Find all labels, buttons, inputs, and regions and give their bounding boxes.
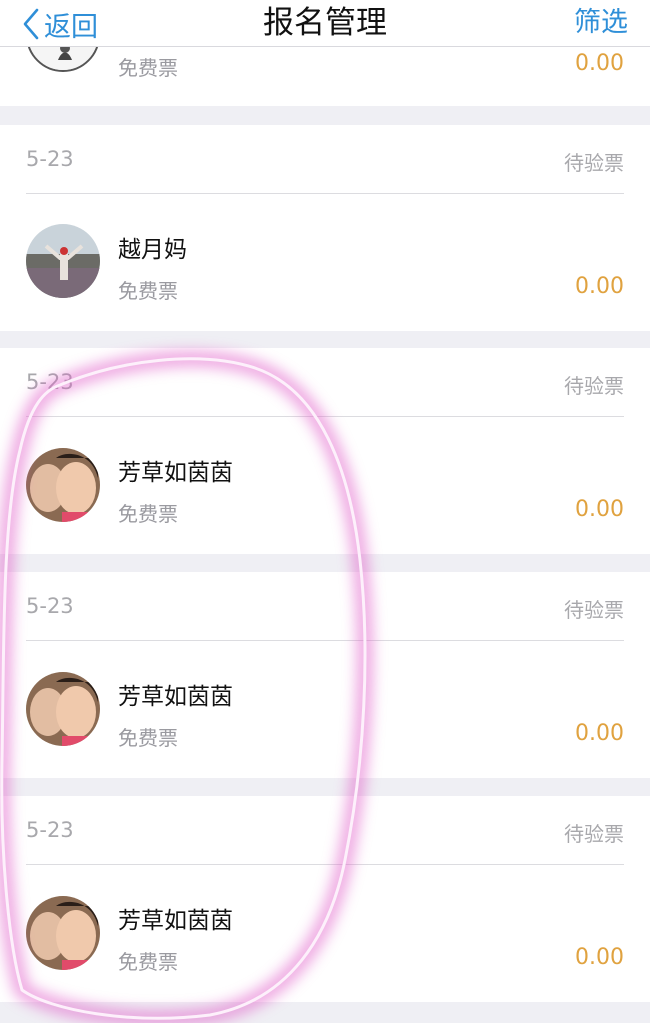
avatar bbox=[26, 448, 100, 522]
card-header: 5-23 待验票 bbox=[26, 125, 624, 194]
ticket-type: 免费票 bbox=[118, 56, 178, 80]
ticket-type: 免费票 bbox=[118, 726, 178, 750]
user-name: 芳草如茵茵 bbox=[118, 460, 233, 486]
list-item[interactable]: 5-23 待验票 越月妈 免费票 0.00 bbox=[0, 125, 650, 331]
date-label: 5-23 bbox=[26, 370, 74, 394]
card-header: 5-23 待验票 bbox=[26, 348, 624, 417]
avatar bbox=[26, 896, 100, 970]
user-name: 芳草如茵茵 bbox=[118, 908, 233, 934]
card-header: 5-23 待验票 bbox=[26, 572, 624, 641]
avatar-image bbox=[26, 672, 100, 746]
ticket-type: 免费票 bbox=[118, 279, 178, 303]
user-name: 越月妈 bbox=[118, 237, 187, 263]
avatar-image bbox=[26, 896, 100, 970]
date-label: 5-23 bbox=[26, 818, 74, 842]
list-item[interactable]: 5-23 待验票 芳草如茵茵 免费票 0.00 bbox=[0, 796, 650, 1002]
card-header: 5-23 待验票 bbox=[26, 796, 624, 865]
navigation-bar: 返回 报名管理 筛选 bbox=[0, 0, 650, 47]
avatar-image bbox=[26, 448, 100, 522]
avatar-image bbox=[26, 224, 100, 298]
ticket-type: 免费票 bbox=[118, 950, 178, 974]
price: 0.00 bbox=[575, 721, 624, 746]
date-label: 5-23 bbox=[26, 594, 74, 618]
filter-button[interactable]: 筛选 bbox=[574, 4, 628, 42]
price: 0.00 bbox=[575, 945, 624, 970]
price: 0.00 bbox=[575, 274, 624, 299]
list-item[interactable]: 5-23 待验票 芳草如茵茵 免费票 0.00 bbox=[0, 348, 650, 554]
avatar bbox=[26, 224, 100, 298]
avatar bbox=[26, 672, 100, 746]
ticket-type: 免费票 bbox=[118, 502, 178, 526]
status-label: 待验票 bbox=[564, 822, 624, 846]
status-label: 待验票 bbox=[564, 598, 624, 622]
user-name: 芳草如茵茵 bbox=[118, 684, 233, 710]
page-title: 报名管理 bbox=[263, 5, 387, 41]
status-label: 待验票 bbox=[564, 374, 624, 398]
price: 0.00 bbox=[575, 51, 624, 76]
date-label: 5-23 bbox=[26, 147, 74, 171]
status-label: 待验票 bbox=[564, 151, 624, 175]
price: 0.00 bbox=[575, 497, 624, 522]
list-item[interactable]: 5-23 待验票 芳草如茵茵 免费票 0.00 bbox=[0, 572, 650, 778]
